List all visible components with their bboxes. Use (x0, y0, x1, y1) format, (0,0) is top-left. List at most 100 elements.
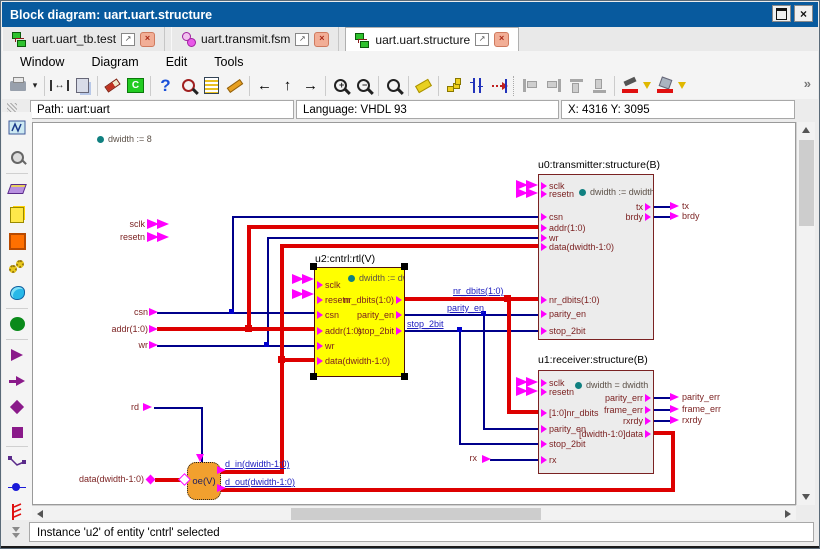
horizontal-scrollbar[interactable] (32, 505, 796, 521)
signal-label-data[interactable]: data(dwidth-1:0) (66, 474, 144, 484)
diamond-tool-button[interactable] (5, 395, 29, 419)
port-label[interactable]: resetn (549, 189, 574, 199)
scroll-down-button[interactable] (797, 489, 815, 505)
navigate-forward-button[interactable]: → (299, 74, 322, 97)
port-label[interactable]: data(dwidth-1:0) (325, 356, 390, 366)
port-label[interactable]: addr(1:0) (549, 223, 586, 233)
wire-wr[interactable] (267, 237, 538, 239)
scroll-up-button[interactable] (797, 122, 815, 138)
net-label-stop-2bit[interactable]: stop_2bit (407, 319, 444, 329)
help-button[interactable]: ? (154, 74, 177, 97)
oe-port-d-in[interactable] (217, 466, 226, 474)
wire-csn[interactable] (157, 312, 314, 314)
port-arrow-addr[interactable] (149, 325, 158, 333)
zoom-full-button[interactable] (382, 74, 405, 97)
port-label[interactable]: rx (549, 455, 557, 465)
align-right-button[interactable] (542, 74, 565, 97)
port-arrow-rx[interactable] (482, 455, 491, 463)
selection-handle[interactable] (310, 373, 317, 380)
wire-stop-2bit[interactable] (405, 330, 538, 332)
port-label[interactable]: [1:0]nr_dbits (549, 408, 599, 418)
block-u1-receiver[interactable]: dwidth = dwidth sclk resetn [1:0]nr_dbit… (538, 370, 654, 474)
block-u2-cntrl[interactable]: dwidth := dwidth sclk resetn csn addr(1:… (314, 267, 405, 377)
port-label[interactable]: parity_en (357, 310, 394, 320)
menu-tools[interactable]: Tools (214, 55, 243, 69)
tab-uart-uart-structure[interactable]: uart.uart.structure ↗ × (345, 27, 519, 51)
signal-label-frame-err[interactable]: frame_err (682, 404, 721, 414)
selection-handle[interactable] (401, 373, 408, 380)
wire-wr[interactable] (157, 345, 314, 347)
signal-label-rxrdy[interactable]: rxrdy (682, 415, 702, 425)
bus-addr[interactable] (157, 327, 314, 331)
port-label[interactable]: addr(1:0) (325, 326, 362, 336)
wire-csn[interactable] (232, 216, 234, 312)
print-dropdown[interactable]: ▾ (29, 74, 41, 97)
wire-parity-en[interactable] (483, 428, 538, 430)
signal-label-csn[interactable]: csn (68, 307, 148, 317)
navigate-back-button[interactable]: ← (253, 74, 276, 97)
align-top-button[interactable] (565, 74, 588, 97)
menu-window[interactable]: Window (20, 55, 64, 69)
add-component-button[interactable] (5, 229, 29, 253)
vertical-scroll-thumb[interactable] (799, 140, 814, 226)
scroll-left-button[interactable] (32, 506, 48, 521)
bus-addr[interactable] (247, 225, 538, 229)
select-tool-button[interactable] (5, 115, 29, 139)
tab-uart-transmit-fsm[interactable]: uart.transmit.fsm ↗ × (171, 27, 339, 51)
net-label-d-in[interactable]: d_in(dwidth-1:0) (225, 459, 290, 469)
wire-rxrdy[interactable] (654, 420, 670, 422)
port-label[interactable]: nr_dbits(1:0) (549, 295, 600, 305)
align-left-button[interactable] (519, 74, 542, 97)
port-arrow-wr[interactable] (149, 341, 158, 349)
port-arrow-frame-err[interactable] (670, 405, 679, 413)
horizontal-scroll-thumb[interactable] (291, 508, 541, 520)
add-text-button[interactable] (5, 203, 29, 227)
port-out-tool-button[interactable] (5, 369, 29, 393)
signal-label-brdy[interactable]: brdy (682, 211, 700, 221)
wire-stop-2bit[interactable] (459, 443, 538, 445)
port-arrow-tx[interactable] (670, 202, 679, 210)
port-label[interactable]: stop_2bit (549, 326, 586, 336)
zoom-out-button[interactable]: − (352, 74, 375, 97)
menu-diagram[interactable]: Diagram (91, 55, 138, 69)
align-bottom-button[interactable] (588, 74, 611, 97)
generic-note[interactable]: dwidth := 8 (97, 135, 152, 144)
fit-view-button[interactable]: ↔ (48, 74, 71, 97)
global-port-resetn[interactable] (516, 386, 539, 396)
reroute-button[interactable] (488, 74, 511, 97)
signal-label-parity-err[interactable]: parity_err (682, 392, 720, 402)
signal-label-sclk[interactable]: sclk (65, 219, 145, 229)
wire-brdy[interactable] (654, 216, 670, 218)
rect-tool-button[interactable] (5, 420, 29, 444)
selection-handle[interactable] (310, 263, 317, 270)
global-port-sclk[interactable] (147, 219, 170, 229)
signal-label-wr[interactable]: wr (68, 340, 148, 350)
wire-frame-err[interactable] (654, 409, 670, 411)
port-label[interactable]: stop_2bit (549, 439, 586, 449)
port-arrow-rd[interactable] (143, 403, 152, 411)
align-pins-button[interactable] (465, 74, 488, 97)
net-label-nr-dbits[interactable]: nr_dbits(1:0) (453, 286, 504, 296)
status-expand-button[interactable] (10, 527, 22, 541)
block-oe[interactable]: oe(V) (187, 462, 221, 500)
apply-color-dropdown[interactable] (641, 74, 653, 97)
signal-label-rd[interactable]: rd (73, 402, 139, 412)
global-port-resetn[interactable] (292, 289, 315, 299)
pan-zoom-tool-button[interactable] (5, 145, 29, 169)
maximize-button[interactable] (772, 5, 791, 22)
port-label[interactable]: data(dwidth-1:0) (549, 242, 614, 252)
block-title-u0[interactable]: u0:transmitter:structure(B) (538, 159, 660, 171)
apply-fill-button[interactable] (653, 74, 676, 97)
port-label[interactable]: sclk (325, 280, 341, 290)
compile-button[interactable]: C (124, 74, 147, 97)
signal-label-addr[interactable]: addr(1:0) (68, 324, 148, 334)
signal-tool-button[interactable] (5, 450, 29, 474)
port-label[interactable]: nr_dbits(1:0) (343, 295, 394, 305)
wire-rx[interactable] (490, 459, 538, 461)
signal-label-rx[interactable]: rx (459, 453, 477, 463)
bus-d-out[interactable] (671, 431, 675, 490)
autoroute-button[interactable] (5, 281, 29, 305)
global-port-resetn[interactable] (516, 188, 539, 198)
junction-tool-button[interactable] (5, 475, 29, 499)
close-button[interactable]: × (794, 5, 813, 22)
